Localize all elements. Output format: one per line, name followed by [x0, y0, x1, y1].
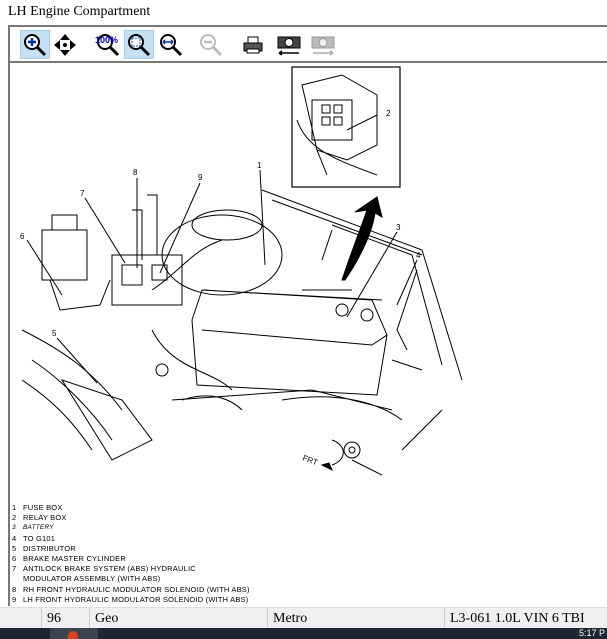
callout-3: 3: [396, 223, 401, 232]
pan-button[interactable]: [50, 30, 80, 59]
status-spacer: [0, 608, 42, 629]
legend-item: 2 RELAY BOX: [12, 513, 250, 523]
legend-item: 4 TO G101: [12, 534, 250, 544]
zoom-in-icon: [24, 33, 47, 56]
zoom-width-button[interactable]: [156, 30, 186, 59]
svg-text:100%: 100%: [95, 35, 118, 45]
inset-relay-box-view: [291, 66, 401, 188]
legend-text: BRAKE MASTER CYLINDER: [23, 554, 126, 564]
zoom-width-icon: [160, 33, 183, 56]
camera-back-button[interactable]: [274, 30, 304, 59]
legend-number: 9: [12, 594, 17, 604]
zoom-out-icon: [200, 33, 223, 56]
zoom-100-icon: 100%: [95, 33, 120, 56]
callout-9: 9: [198, 173, 203, 182]
legend-item-continued: MODULATOR ASSEMBLY (WITH ABS): [12, 574, 250, 584]
zoom-out-button[interactable]: [196, 30, 226, 59]
status-make: Geo: [90, 608, 268, 629]
engine-compartment-diagram: 2 FRT 1 3 4 5 6 7 8 9: [20, 66, 463, 476]
legend-number: 4: [12, 533, 17, 543]
camera-back-icon: [277, 36, 301, 56]
print-button[interactable]: [238, 30, 268, 59]
status-model: Metro: [268, 608, 445, 629]
legend-item: 7 ANTILOCK BRAKE SYSTEM (ABS) HYDRAULIC: [12, 564, 250, 574]
legend-item: 1 FUSE BOX: [12, 503, 250, 513]
pan-icon: [54, 33, 76, 56]
zoom-100-button[interactable]: 100%: [92, 30, 122, 59]
legend-text: MODULATOR ASSEMBLY (WITH ABS): [23, 574, 161, 584]
front-label: FRT: [301, 453, 319, 467]
taskbar-app-button[interactable]: [50, 628, 98, 639]
diagram-legend: 1 FUSE BOX 2 RELAY BOX 3 BATTERY 4 TO G101 5…: [12, 503, 250, 605]
legend-text: ANTILOCK BRAKE SYSTEM (ABS) HYDRAULIC: [23, 564, 196, 574]
legend-item: 6 BRAKE MASTER CYLINDER: [12, 554, 250, 564]
app-icon: [68, 631, 78, 639]
status-bar: 96 Geo Metro L3-061 1.0L VIN 6 TBI: [0, 607, 607, 629]
toolbar: 100%: [8, 25, 607, 63]
legend-text: LH FRONT HYDRAULIC MODULATOR SOLENOID (W…: [23, 594, 249, 604]
legend-text: FUSE BOX: [23, 503, 63, 512]
callout-1: 1: [257, 161, 262, 170]
camera-forward-icon: [311, 36, 335, 56]
legend-number: 8: [12, 584, 17, 594]
legend-text: TO G101: [23, 533, 56, 543]
callout-7: 7: [80, 189, 85, 198]
legend-number: 2: [12, 513, 17, 523]
callout-6: 6: [20, 232, 25, 241]
legend-text: DISTRIBUTOR: [23, 543, 76, 553]
zoom-in-button[interactable]: [20, 30, 50, 59]
zoom-fit-button[interactable]: [124, 30, 154, 59]
status-engine: L3-061 1.0L VIN 6 TBI: [450, 611, 585, 626]
legend-number: 1: [12, 503, 17, 512]
window-title: LH Engine Compartment: [8, 4, 151, 19]
callout-5: 5: [52, 329, 57, 338]
callout-2: 2: [386, 109, 391, 118]
callout-8: 8: [133, 168, 138, 177]
legend-number: 6: [12, 554, 17, 564]
legend-number: 7: [12, 564, 17, 574]
legend-number: 5: [12, 543, 17, 553]
legend-number: 3: [12, 524, 16, 532]
legend-item: 5 DISTRIBUTOR: [12, 544, 250, 554]
callout-4: 4: [416, 251, 421, 260]
legend-item: 8 RH FRONT HYDRAULIC MODULATOR SOLENOID (…: [12, 585, 250, 595]
legend-text: BATTERY: [23, 524, 54, 532]
camera-forward-button[interactable]: [308, 30, 338, 59]
legend-text: RELAY BOX: [23, 513, 67, 523]
status-year: 96: [42, 608, 90, 629]
taskbar-clock: 5:17 P: [578, 628, 605, 638]
legend-item: 3 BATTERY: [12, 523, 250, 533]
print-icon: [243, 36, 263, 53]
taskbar: 5:17 P: [0, 628, 607, 639]
legend-item: 9 LH FRONT HYDRAULIC MODULATOR SOLENOID (…: [12, 595, 250, 605]
legend-text: RH FRONT HYDRAULIC MODULATOR SOLENOID (W…: [23, 584, 250, 594]
zoom-fit-icon: [128, 33, 151, 56]
